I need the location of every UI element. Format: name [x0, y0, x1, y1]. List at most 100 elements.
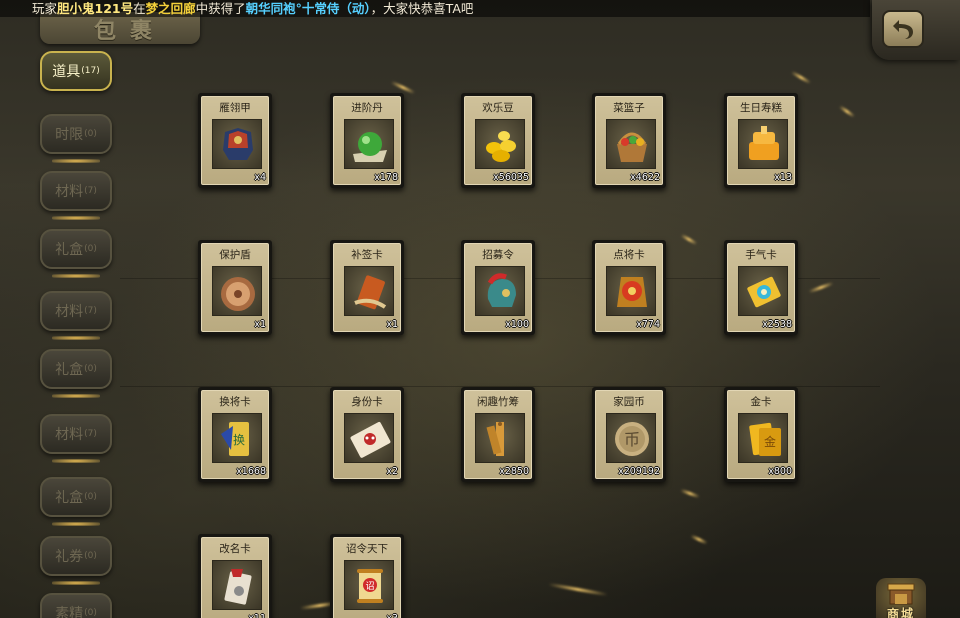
marquee-in: 在: [133, 1, 146, 16]
back-arrow-icon: [893, 20, 913, 39]
tab-count: (7): [84, 186, 97, 196]
item-name: 诏令天下: [346, 543, 388, 555]
item-icon-frame: [606, 119, 656, 169]
tab-count: (7): [84, 306, 97, 316]
sidebar-tab[interactable]: 时限 (0): [40, 114, 112, 154]
sidebar-tab[interactable]: 礼盒 (0): [40, 229, 112, 269]
light-streak: [808, 281, 834, 294]
sidebar-tab[interactable]: 材料 (7): [40, 291, 112, 331]
marquee-got: 中获得了: [195, 1, 246, 16]
item-slot[interactable]: 补签卡 x1: [330, 240, 404, 335]
recruit-order-icon: [487, 273, 516, 307]
item-card: 菜篮子 x4622: [595, 96, 663, 185]
item-card: 家园币币 x209192: [595, 390, 663, 479]
item-name: 保护盾: [219, 249, 251, 261]
marquee-suffix: ，大家快恭喜TA吧: [370, 1, 474, 16]
tab-divider-glow: [52, 459, 100, 463]
svg-text:金: 金: [764, 434, 776, 449]
item-icon-frame: [738, 119, 788, 169]
item-icon-frame: [475, 266, 525, 316]
tab-divider-glow: [52, 274, 100, 278]
item-card: 雁翎甲 x4: [201, 96, 269, 185]
sidebar-tab[interactable]: 道具 (17): [40, 51, 112, 91]
item-quantity: x209192: [618, 466, 660, 477]
item-slot[interactable]: 欢乐豆 x56035: [461, 93, 535, 188]
item-icon-frame: [344, 266, 394, 316]
tab-label: 礼券: [55, 549, 84, 565]
item-slot[interactable]: 进阶丹 x178: [330, 93, 404, 188]
item-icon-frame: [475, 413, 525, 463]
gold-card-icon: 金: [749, 422, 781, 456]
item-slot[interactable]: 手气卡 x2538: [724, 240, 798, 335]
item-quantity: x2538: [762, 319, 792, 330]
item-slot[interactable]: 家园币币 x209192: [592, 387, 666, 482]
sidebar-tab[interactable]: 材料 (7): [40, 171, 112, 211]
marquee-prefix: 玩家: [32, 1, 58, 16]
tab-count: (0): [84, 492, 97, 502]
svg-text:诏: 诏: [365, 581, 374, 592]
item-icon-frame: 换: [212, 413, 262, 463]
item-name: 进阶丹: [351, 102, 383, 114]
shop-label: 商城: [886, 607, 915, 618]
item-slot[interactable]: 身份卡 x2: [330, 387, 404, 482]
back-button[interactable]: [882, 10, 924, 48]
item-slot[interactable]: 生日寿糕 x13: [724, 93, 798, 188]
marquee-player[interactable]: 胆小鬼121号: [57, 1, 133, 16]
sidebar-tab[interactable]: 素精 (0): [40, 593, 112, 618]
item-quantity: x2: [386, 466, 398, 477]
tab-label: 道具: [52, 64, 81, 80]
item-slot[interactable]: 金卡金 x800: [724, 387, 798, 482]
marquee-item[interactable]: 朝华同袍°十常侍（动）: [246, 1, 371, 16]
item-slot[interactable]: 菜篮子 x4622: [592, 93, 666, 188]
item-quantity: x774: [636, 319, 660, 330]
item-icon-frame: [606, 266, 656, 316]
item-slot[interactable]: 雁翎甲 x4: [198, 93, 272, 188]
sidebar-tab[interactable]: 礼盒 (0): [40, 349, 112, 389]
item-name: 闲趣竹筹: [477, 396, 519, 408]
item-card: 欢乐豆 x56035: [464, 96, 532, 185]
identity-card-icon: [350, 422, 391, 458]
swap-card-icon: 换: [221, 422, 249, 456]
item-icon-frame: [212, 266, 262, 316]
item-icon-frame: [212, 560, 262, 610]
shop-button[interactable]: 商城: [876, 578, 926, 618]
decree-icon: 诏: [357, 569, 383, 603]
item-quantity: x1: [254, 319, 266, 330]
shield-icon: [221, 277, 255, 311]
tab-count: (0): [84, 551, 97, 561]
tab-count: (0): [84, 244, 97, 254]
item-quantity: x56035: [493, 172, 529, 183]
item-slot[interactable]: 改名卡 x11: [198, 534, 272, 618]
svg-text:币: 币: [624, 430, 640, 449]
item-slot[interactable]: 保护盾 x1: [198, 240, 272, 335]
basket-icon: [617, 132, 647, 162]
item-card: 招募令 x100: [464, 243, 532, 332]
tab-label: 礼盒: [55, 242, 84, 258]
item-name: 菜篮子: [613, 102, 645, 114]
item-slot[interactable]: 点将卡 x774: [592, 240, 666, 335]
item-quantity: x178: [374, 172, 398, 183]
sidebar-tab[interactable]: 材料 (7): [40, 414, 112, 454]
rename-card-icon: [224, 569, 252, 605]
item-slot[interactable]: 诏令天下诏 x3: [330, 534, 404, 618]
tab-divider-glow: [52, 581, 100, 585]
item-slot[interactable]: 招募令 x100: [461, 240, 535, 335]
tab-divider-glow: [52, 394, 100, 398]
general-card-icon: [617, 277, 647, 307]
cake-icon: [749, 126, 779, 160]
item-icon-frame: [344, 413, 394, 463]
resign-card-icon: [354, 275, 387, 310]
sidebar-tab[interactable]: 礼券 (0): [40, 536, 112, 576]
sidebar-tab[interactable]: 礼盒 (0): [40, 477, 112, 517]
item-slot[interactable]: 换将卡换 x1668: [198, 387, 272, 482]
item-name: 欢乐豆: [482, 102, 514, 114]
item-name: 招募令: [482, 249, 514, 261]
item-icon-frame: 金: [738, 413, 788, 463]
item-card: 保护盾 x1: [201, 243, 269, 332]
item-quantity: x1: [386, 319, 398, 330]
item-icon-frame: [738, 266, 788, 316]
tab-count: (17): [81, 66, 100, 76]
item-card: 身份卡 x2: [333, 390, 401, 479]
item-quantity: x800: [768, 466, 792, 477]
item-slot[interactable]: 闲趣竹筹 x2850: [461, 387, 535, 482]
